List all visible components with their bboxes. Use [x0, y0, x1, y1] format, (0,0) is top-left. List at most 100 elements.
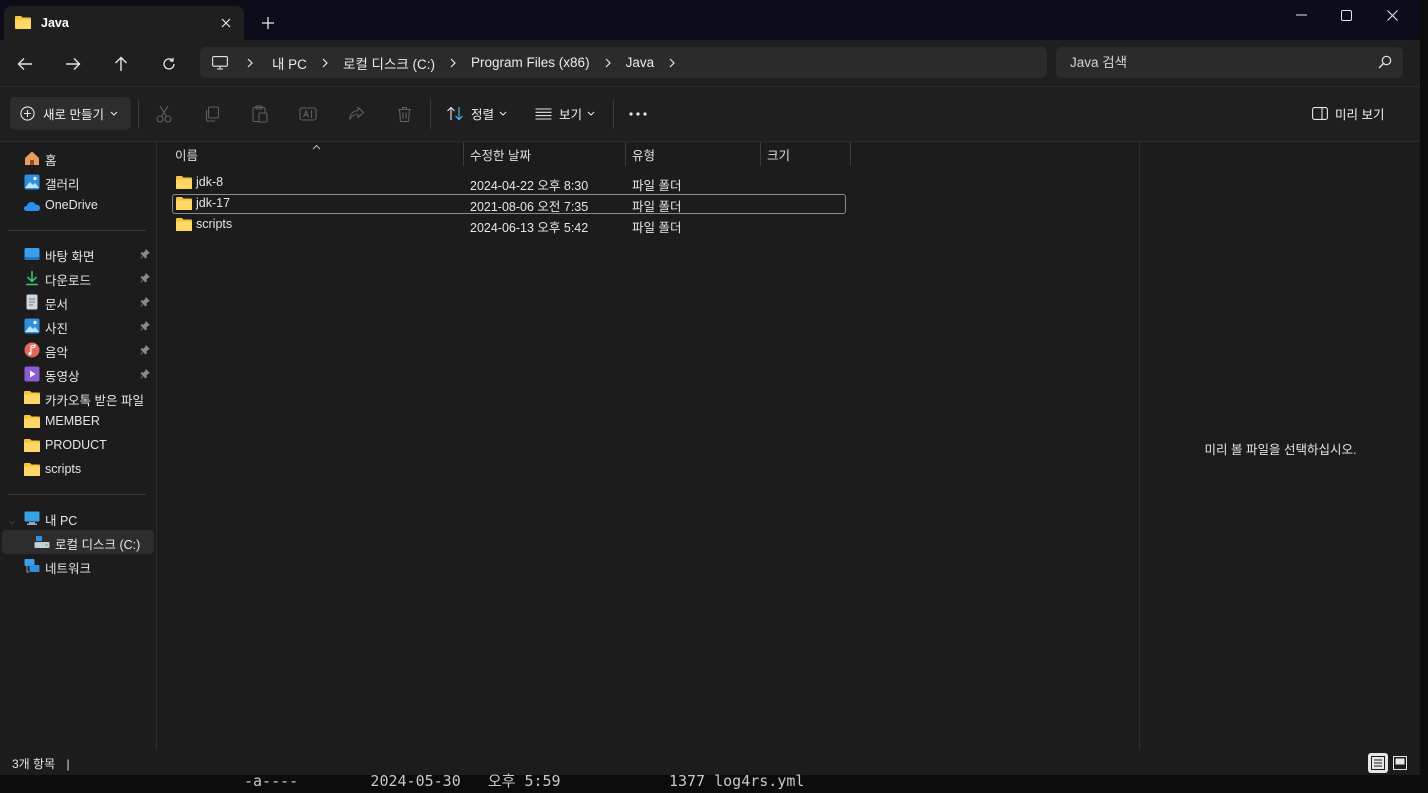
- sidebar-item-onedrive[interactable]: OneDrive: [0, 194, 154, 218]
- sidebar-item-kakaotalk[interactable]: 카카오톡 받은 파일: [0, 386, 154, 410]
- sidebar-item-local-disk[interactable]: 로컬 디스크 (C:): [2, 530, 154, 554]
- breadcrumb-local-disk[interactable]: 로컬 디스크 (C:): [343, 53, 435, 73]
- column-header-label: 수정한 날짜: [470, 148, 531, 163]
- column-divider[interactable]: [850, 142, 851, 166]
- sort-button[interactable]: 정렬: [446, 97, 507, 130]
- column-header-type[interactable]: 유형: [632, 142, 760, 166]
- sidebar-item-music[interactable]: 음악: [0, 338, 154, 362]
- more-options-icon[interactable]: [626, 102, 650, 126]
- sidebar-item-home[interactable]: 홈: [0, 146, 154, 170]
- sidebar-item-label: OneDrive: [45, 198, 98, 212]
- sidebar-item-network[interactable]: 네트워크: [0, 554, 154, 578]
- sidebar-item-label: 바탕 화면: [45, 250, 95, 264]
- pin-icon[interactable]: [140, 296, 151, 310]
- tab-java[interactable]: Java: [4, 6, 244, 40]
- column-header-label: 크기: [767, 148, 791, 163]
- up-arrow-icon[interactable]: [108, 51, 134, 77]
- network-icon: [24, 558, 40, 574]
- details-view-icon[interactable]: [1368, 753, 1388, 773]
- column-divider[interactable]: [463, 142, 464, 166]
- music-icon: [24, 342, 40, 358]
- tiles-view-icon[interactable]: [1390, 753, 1410, 773]
- chevron-down-icon[interactable]: [8, 514, 16, 528]
- file-explorer-window: Java 내 PC 로컬 디스크 (C:) Program Files (x86…: [0, 0, 1420, 775]
- sidebar-item-downloads[interactable]: 다운로드: [0, 266, 154, 290]
- sidebar-item-videos[interactable]: 동영상: [0, 362, 154, 386]
- copy-icon[interactable]: [200, 102, 224, 126]
- refresh-icon[interactable]: [156, 51, 182, 77]
- chevron-right-icon[interactable]: [435, 58, 471, 68]
- file-row[interactable]: scripts 2024-06-13 오후 5:42 파일 폴더: [172, 215, 846, 235]
- new-tab-icon[interactable]: [258, 13, 278, 33]
- download-icon: [24, 270, 40, 286]
- minimize-icon[interactable]: [1278, 0, 1324, 30]
- sidebar-item-label: 사진: [45, 322, 69, 336]
- folder-icon: [176, 196, 192, 213]
- sidebar-item-label: 로컬 디스크 (C:): [55, 538, 141, 552]
- sidebar-item-label: MEMBER: [45, 414, 100, 428]
- divider: [138, 99, 139, 129]
- sidebar-item-label: 내 PC: [45, 514, 78, 528]
- search-input[interactable]: [1070, 47, 1370, 78]
- chevron-right-icon[interactable]: [654, 58, 690, 68]
- file-list: 이름 수정한 날짜 유형 크기 jdk-8 2024-04-22 오후 8:30…: [158, 142, 1138, 750]
- chevron-right-icon[interactable]: [240, 58, 260, 68]
- paste-icon[interactable]: [248, 102, 272, 126]
- rename-icon[interactable]: [296, 102, 320, 126]
- breadcrumb-java[interactable]: Java: [626, 55, 655, 70]
- pin-icon[interactable]: [140, 272, 151, 286]
- pin-icon[interactable]: [140, 368, 151, 382]
- sidebar-item-label: 다운로드: [45, 274, 92, 288]
- close-window-icon[interactable]: [1369, 0, 1415, 30]
- sidebar-item-gallery[interactable]: 갤러리: [0, 170, 154, 194]
- view-button[interactable]: 보기: [535, 97, 595, 130]
- file-row-selected[interactable]: jdk-17 2021-08-06 오전 7:35 파일 폴더: [172, 194, 846, 214]
- sidebar-item-label: 카카오톡 받은 파일: [45, 394, 144, 408]
- chevron-right-icon[interactable]: [307, 58, 343, 68]
- file-name: jdk-8: [196, 175, 224, 189]
- folder-icon: [15, 15, 31, 32]
- share-icon[interactable]: [344, 102, 368, 126]
- onedrive-icon: [24, 198, 40, 214]
- address-bar[interactable]: 내 PC 로컬 디스크 (C:) Program Files (x86) Jav…: [200, 47, 1047, 78]
- chevron-down-icon: [499, 111, 507, 116]
- file-row[interactable]: jdk-8 2024-04-22 오후 8:30 파일 폴더: [172, 173, 846, 193]
- column-divider[interactable]: [760, 142, 761, 166]
- pin-icon[interactable]: [140, 344, 151, 358]
- delete-icon[interactable]: [392, 102, 416, 126]
- new-button[interactable]: 새로 만들기: [10, 97, 131, 130]
- sidebar-item-member[interactable]: MEMBER: [0, 410, 154, 434]
- column-divider[interactable]: [625, 142, 626, 166]
- sidebar-item-documents[interactable]: 문서: [0, 290, 154, 314]
- column-header-modified[interactable]: 수정한 날짜: [470, 142, 625, 166]
- breadcrumb-this-pc[interactable]: 내 PC: [272, 53, 307, 73]
- sidebar-item-desktop[interactable]: 바탕 화면: [0, 242, 154, 266]
- forward-arrow-icon[interactable]: [60, 51, 86, 77]
- preview-pane-button[interactable]: 미리 보기: [1312, 97, 1384, 130]
- close-tab-icon[interactable]: [218, 15, 234, 31]
- chevron-right-icon[interactable]: [590, 58, 626, 68]
- pin-icon[interactable]: [140, 248, 151, 262]
- search-icon[interactable]: [1378, 55, 1392, 72]
- file-type: 파일 폴더: [632, 221, 682, 235]
- divider: [613, 99, 614, 129]
- sidebar-item-pictures[interactable]: 사진: [0, 314, 154, 338]
- cut-icon[interactable]: [152, 102, 176, 126]
- item-count: 3개 항목 |: [12, 755, 70, 772]
- computer-icon[interactable]: [200, 55, 240, 70]
- sidebar-item-scripts[interactable]: scripts: [0, 458, 154, 482]
- column-header-name[interactable]: 이름: [175, 142, 461, 166]
- sidebar-item-this-pc[interactable]: 내 PC: [0, 506, 154, 530]
- pin-icon[interactable]: [140, 320, 151, 334]
- sidebar-item-label: 홈: [45, 154, 57, 168]
- back-arrow-icon[interactable]: [12, 51, 38, 77]
- sidebar-item-product[interactable]: PRODUCT: [0, 434, 154, 458]
- column-header-size[interactable]: 크기: [767, 142, 849, 166]
- folder-icon: [24, 462, 40, 478]
- background-terminal-line: -a---- 2024-05-30 오후 5:59 1377 log4rs.ym…: [244, 772, 805, 790]
- file-type: 파일 폴더: [632, 179, 682, 193]
- drive-icon: [34, 534, 50, 550]
- breadcrumb-program-files[interactable]: Program Files (x86): [471, 55, 590, 70]
- search-box: [1056, 47, 1403, 78]
- maximize-icon[interactable]: [1323, 0, 1369, 30]
